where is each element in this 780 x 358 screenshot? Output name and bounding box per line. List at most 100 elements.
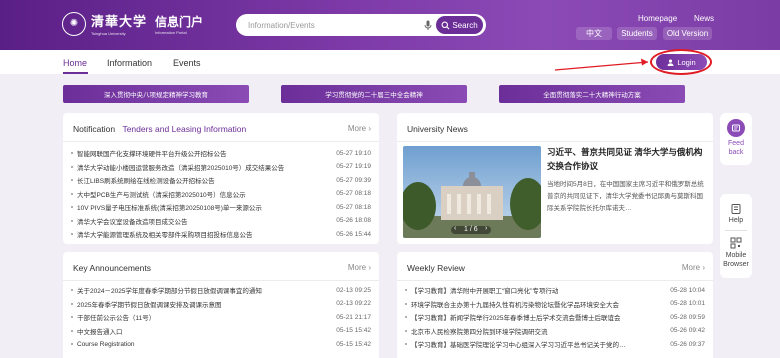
bullet-icon	[71, 206, 73, 208]
list-item-date: 05-15 15:42	[336, 340, 371, 348]
news-link[interactable]: News	[694, 14, 714, 23]
list-item-title[interactable]: 【学习教育】新闻学院举行2025年春季博士后学术交流会暨博士后联谊会	[411, 312, 666, 322]
list-item[interactable]: 10V PIVS量子电压标准系统(清采招第20250108号)单一来源公示 05-…	[71, 201, 371, 213]
list-item-title[interactable]: 中文报告通入口	[77, 326, 332, 336]
notification-heading: Notification Tenders and Leasing Informa…	[73, 124, 246, 134]
list-item-date: 05-26 09:37	[670, 340, 705, 348]
list-item-date: 05-27 09:39	[336, 176, 371, 184]
list-item-title[interactable]: 干部任前公示公告（11号）	[77, 312, 332, 322]
list-item-title[interactable]: 【学习教育】基础医学院理论学习中心组深入学习习近平总书记关于党的…	[411, 339, 666, 349]
university-news-heading: University News	[407, 124, 468, 134]
list-item[interactable]: 大中型PCB生产与测试统（清采招第2025010号）信息公示 05-27 08:1…	[71, 188, 371, 200]
banner-3[interactable]: 全面贯彻落实二十大精神行动方案	[499, 85, 685, 103]
bullet-icon	[71, 233, 73, 235]
search-input[interactable]	[248, 18, 413, 32]
divider	[397, 141, 713, 142]
old-version-link[interactable]: Old Version	[663, 27, 712, 40]
list-item[interactable]: 【学习教育】基础医学院理论学习中心组深入学习习近平总书记关于党的… 05-26 0…	[405, 338, 705, 350]
portal-subtitle: Information Portal	[155, 29, 187, 35]
list-item[interactable]: 清华大学会议室设备改造项目成交公告 05-26 18:08	[71, 215, 371, 227]
list-item-date: 05-15 15:42	[336, 327, 371, 334]
list-item[interactable]: 干部任前公示公告（11号） 05-21 21:17	[71, 311, 371, 323]
list-item-title[interactable]: 关于2024－2025学年度春季学期部分节假日放假调课事宜的通知	[77, 285, 332, 295]
university-logo[interactable]: ✺ 清華大学 Tsinghua University 信息门户 Informat…	[62, 11, 203, 36]
announcements-panel: Key Announcements More › 关于2024－2025学年度春…	[63, 252, 379, 358]
microphone-icon[interactable]	[422, 19, 434, 31]
tab-home[interactable]: Home	[63, 58, 87, 68]
bullet-icon	[405, 329, 407, 332]
banner-2[interactable]: 学习贯彻党的二十届三中全会精神	[281, 85, 467, 103]
qr-code-icon[interactable]	[730, 237, 742, 249]
list-item-title[interactable]: 清华大学会议室设备改造项目成交公告	[77, 216, 332, 226]
list-item[interactable]: 清华大学动能小楼园运营服务改造（清采招第2025010号）成交结果公告 05-27…	[71, 161, 371, 173]
search-button[interactable]: Search	[436, 16, 483, 34]
slide-prev-button[interactable]: ‹	[454, 225, 456, 232]
logo-english-name: Tsinghua University	[91, 31, 126, 36]
list-item[interactable]: 【学习教育】清华附中开展职工“窗口亮化”专项行动 05-28 10:04	[405, 284, 705, 296]
announcements-more-link[interactable]: More ›	[348, 263, 371, 272]
list-item-date: 05-21 21:17	[336, 313, 371, 321]
chinese-language-link[interactable]: 中文	[576, 27, 612, 40]
announcements-heading: Key Announcements	[73, 263, 151, 273]
logo-chinese-name: 清華大学	[91, 15, 148, 30]
bullet-icon	[71, 192, 73, 195]
list-item[interactable]: 长江LIBS刷系统刷绘在线检测设备公开招标公告 05-27 09:39	[71, 174, 371, 186]
bullet-icon	[71, 219, 73, 222]
feedback-label: Feed back	[728, 140, 744, 156]
list-item-title[interactable]: 清华大学动能小楼园运营服务改造（清采招第2025010号）成交结果公告	[77, 162, 332, 172]
list-item[interactable]: 清华大学能源管理系统及相关零部件采购项目招投标信息公告 05-26 15:44	[71, 228, 371, 240]
weekly-review-panel: Weekly Review More › 【学习教育】清华附中开展职工“窗口亮化…	[397, 252, 713, 358]
homepage-link[interactable]: Homepage	[638, 14, 677, 23]
list-item[interactable]: 2025年春季学期节假日放假调课安排及调课示意图 02-13 09:22	[71, 298, 371, 310]
list-item-date: 05-28 09:59	[670, 313, 705, 321]
notification-more-link[interactable]: More ›	[348, 124, 371, 133]
list-item[interactable]: 环境学院联合主办第十九届持久性有机污染物论坛暨化学品环境安全大会 05-28 10…	[405, 298, 705, 310]
list-item-title[interactable]: 大中型PCB生产与测试统（清采招第2025010号）信息公示	[77, 189, 332, 199]
list-item-title[interactable]: 北京市人民检察院第四分院到环境学院调研交流	[411, 326, 666, 336]
list-item-title[interactable]: 智能网联国产化支撑环境硬件平台升级公开招标公告	[77, 148, 332, 158]
list-item-title[interactable]: Course Registration	[77, 341, 332, 348]
list-item[interactable]: Course Registration 05-15 15:42	[71, 338, 371, 350]
tab-information[interactable]: Information	[107, 58, 152, 68]
list-item-title[interactable]: 清华大学能源管理系统及相关零部件采购项目招投标信息公告	[77, 229, 332, 239]
help-label[interactable]: Help	[729, 217, 743, 224]
feedback-button[interactable]: Feed back	[720, 113, 752, 165]
weekly-review-more-link[interactable]: More ›	[682, 263, 705, 272]
list-item-date: 05-26 15:44	[336, 230, 371, 238]
students-link[interactable]: Students	[617, 27, 657, 40]
mobile-browser-label[interactable]: Mobile Browser	[720, 251, 752, 269]
tenders-tab[interactable]: Tenders and Leasing Information	[122, 124, 246, 134]
notification-panel: Notification Tenders and Leasing Informa…	[63, 113, 379, 244]
list-item[interactable]: 【学习教育】新闻学院举行2025年春季博士后学术交流会暨博士后联谊会 05-28 …	[405, 311, 705, 323]
list-item[interactable]: 北京市人民检察院第四分院到环境学院调研交流 05-26 09:42	[405, 325, 705, 337]
login-button[interactable]: Login	[656, 54, 707, 70]
header-bar: ✺ 清華大学 Tsinghua University 信息门户 Informat…	[0, 0, 780, 50]
slide-counter: 1 / 6	[464, 226, 478, 233]
help-icon[interactable]	[730, 203, 742, 215]
list-item-title[interactable]: 【学习教育】清华附中开展职工“窗口亮化”专项行动	[411, 285, 666, 295]
side-toolbar: Help Mobile Browser	[720, 194, 752, 278]
news-headline[interactable]: 习近平、普京共同见证 清华大学与俄机构交换合作协议	[547, 145, 705, 173]
list-item-date: 05-27 19:10	[336, 149, 371, 157]
list-item-title[interactable]: 2025年春季学期节假日放假调课安排及调课示意图	[77, 299, 332, 309]
list-item-title[interactable]: 10V PIVS量子电压标准系统(清采招第20250108号)单一来源公示	[77, 202, 332, 212]
campus-building-image	[403, 146, 541, 238]
divider	[397, 280, 713, 281]
banner-1[interactable]: 深入贯彻中央八项规定精神学习教育	[63, 85, 249, 103]
list-item-date: 05-26 09:42	[670, 327, 705, 334]
news-summary: 当地时间5月8日，在中国国家主席习近平和俄罗斯总统普京的共同见证下，清华大学党委…	[547, 181, 704, 212]
slide-next-button[interactable]: ›	[485, 225, 487, 232]
tab-events[interactable]: Events	[173, 58, 201, 68]
list-item[interactable]: 智能网联国产化支撑环境硬件平台升级公开招标公告 05-27 19:10	[71, 147, 371, 159]
list-item[interactable]: 中文报告通入口 05-15 15:42	[71, 325, 371, 337]
active-tab-indicator	[63, 72, 88, 74]
notification-tab[interactable]: Notification	[73, 124, 115, 134]
search-box: Search	[236, 14, 486, 36]
bullet-icon	[71, 165, 73, 168]
list-item[interactable]: 关于2024－2025学年度春季学期部分节假日放假调课事宜的通知 02-13 09…	[71, 284, 371, 296]
list-item-date: 05-27 08:18	[336, 203, 371, 211]
list-item-title[interactable]: 环境学院联合主办第十九届持久性有机污染物论坛暨化学品环境安全大会	[411, 299, 666, 309]
list-item-date: 05-28 10:01	[670, 300, 705, 307]
news-photo[interactable]: ‹ 1 / 6 ›	[403, 146, 541, 238]
list-item-title[interactable]: 长江LIBS刷系统刷绘在线检测设备公开招标公告	[77, 175, 332, 185]
